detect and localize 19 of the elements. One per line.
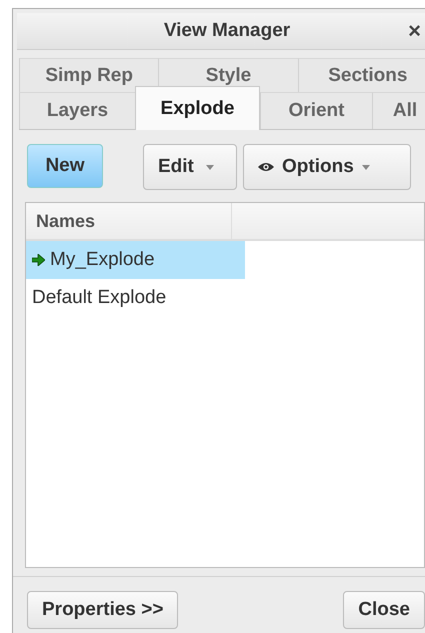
caret-icon	[206, 164, 214, 170]
new-button[interactable]: New	[27, 144, 103, 188]
window-title: View Manager	[164, 20, 290, 42]
tab[interactable]: Sections	[298, 58, 425, 92]
close-button[interactable]: Close	[343, 591, 425, 629]
dropdown-button[interactable]: Options	[243, 144, 411, 190]
properties-button[interactable]: Properties >>	[27, 591, 178, 629]
column-header: Names	[26, 203, 232, 239]
tab[interactable]: Simp Rep	[19, 58, 158, 92]
list-row[interactable]: Default Explode	[26, 279, 245, 317]
dropdown-button[interactable]: Edit	[143, 144, 237, 190]
caret-icon	[362, 164, 370, 170]
list-row[interactable]: My_Explode	[26, 241, 245, 279]
tab[interactable]: All	[372, 92, 425, 129]
tab[interactable]: Orient	[260, 92, 372, 129]
close-button[interactable]: ×	[408, 19, 421, 43]
tab[interactable]: Explode	[135, 86, 260, 130]
tab[interactable]: Layers	[19, 92, 135, 129]
eye-icon	[258, 162, 274, 172]
